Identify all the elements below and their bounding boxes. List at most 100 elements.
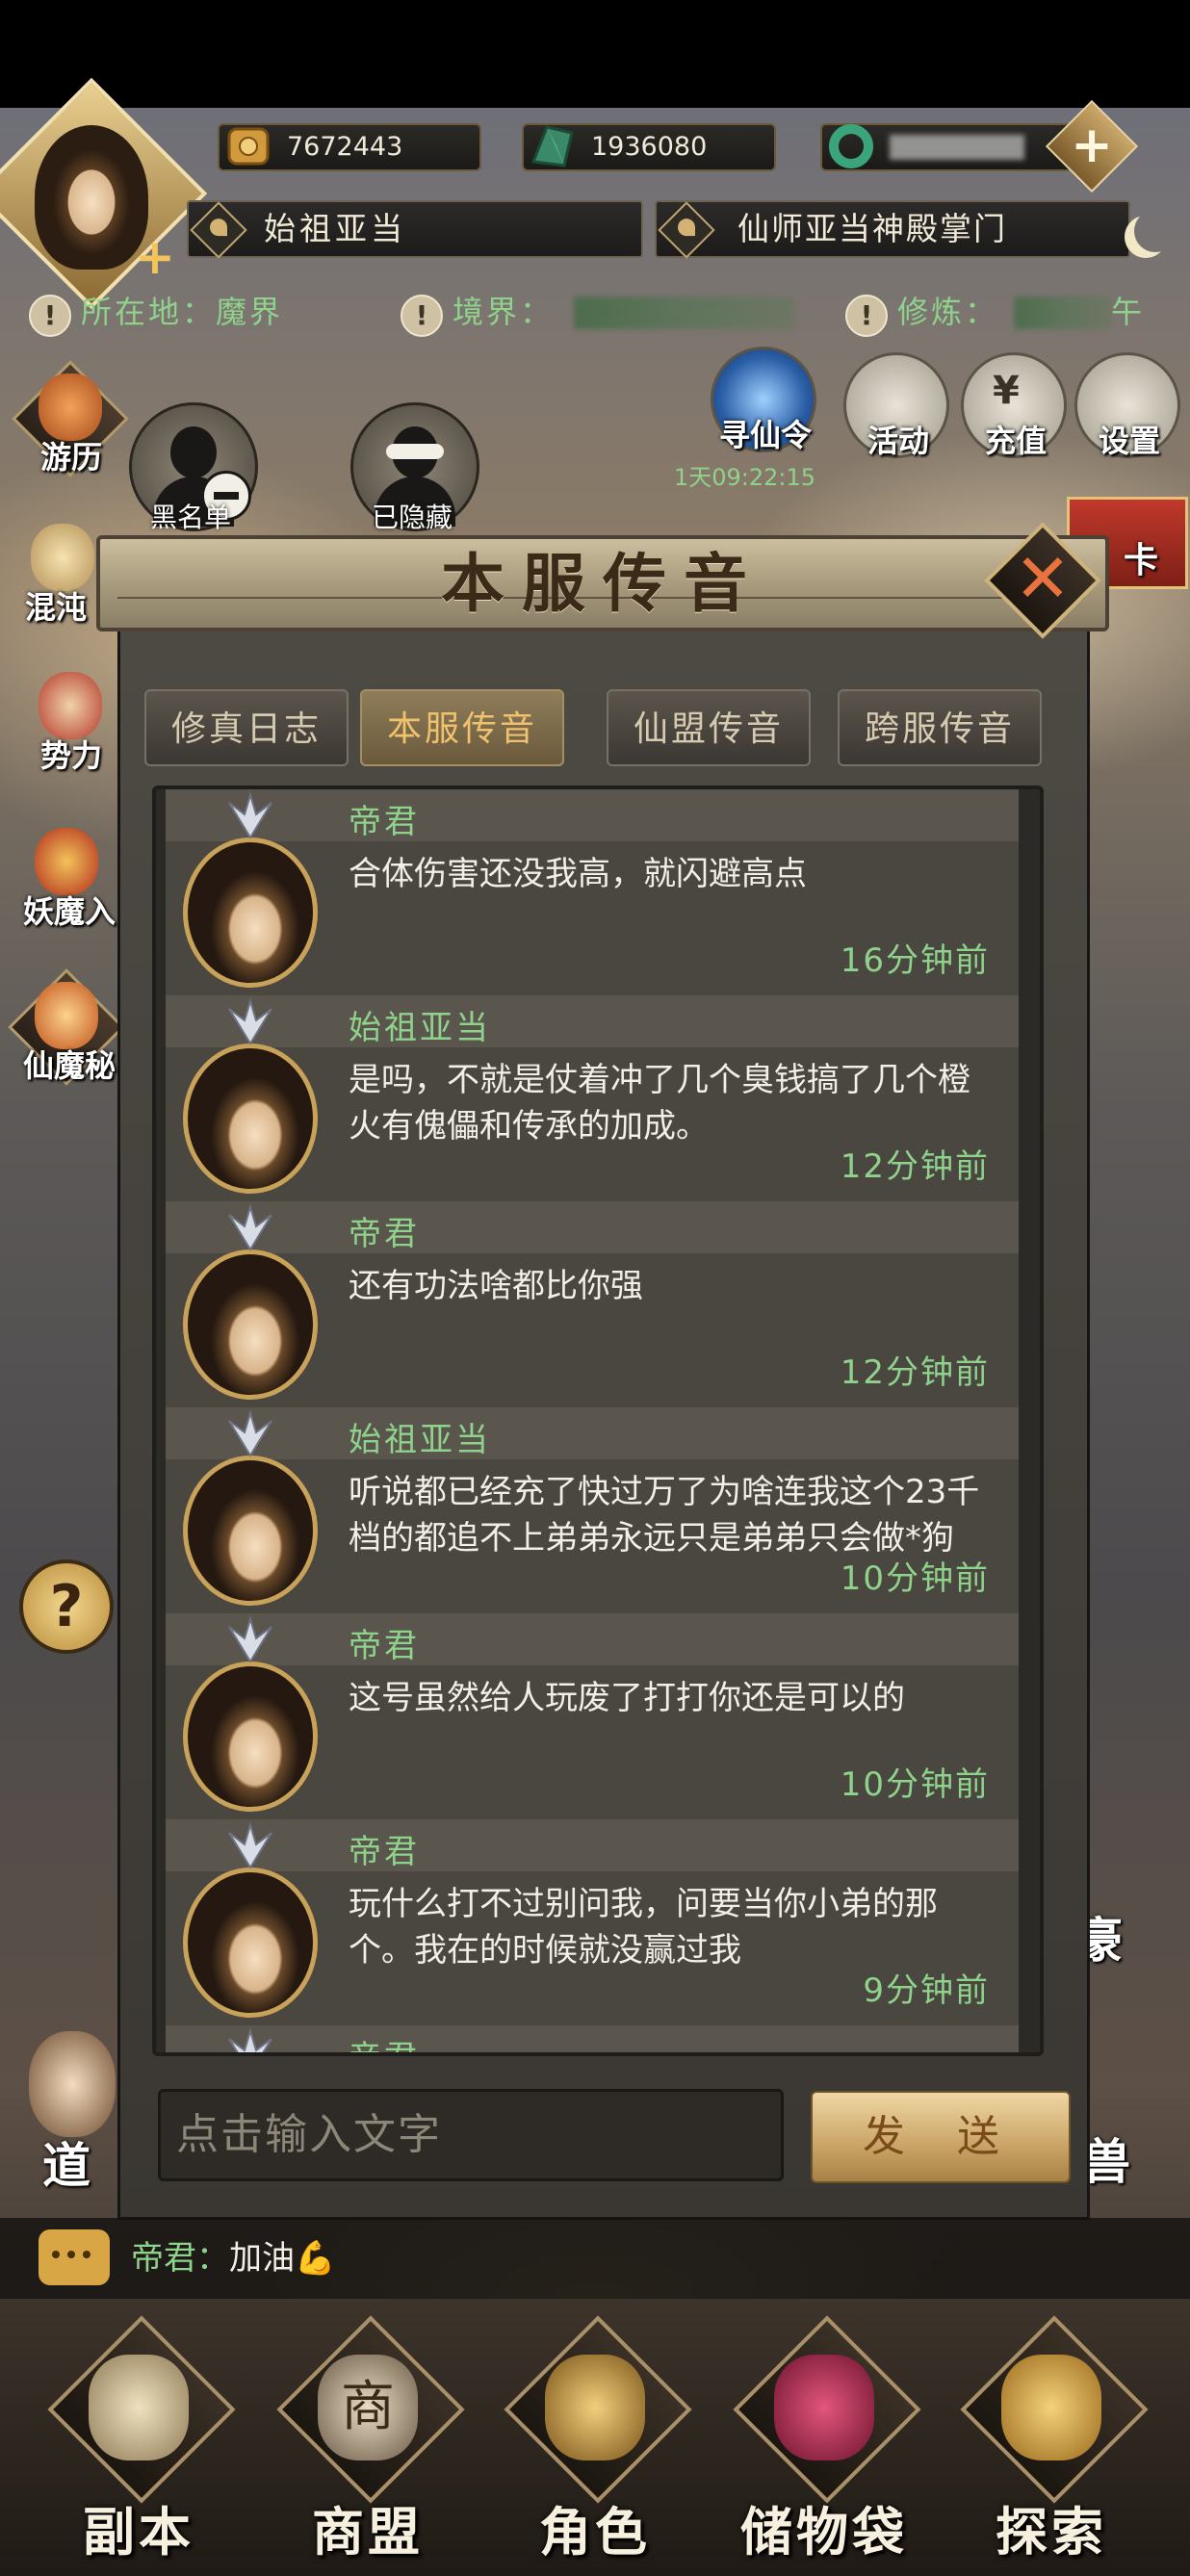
location-info: ! 所在地：魔界	[29, 285, 337, 339]
sender-name[interactable]: 帝君	[349, 795, 420, 842]
activity-label: 活动	[867, 423, 929, 459]
avatar-plus-icon[interactable]: +	[135, 229, 175, 285]
message-text: 这号虽然给人玩废了打打你还是可以的	[349, 1679, 905, 1717]
alert-icon: !	[29, 295, 71, 337]
list-item: 帝君 这号虽然给人玩废了打打你还是可以的 10分钟前	[156, 1613, 1028, 1819]
pouch-icon	[774, 2355, 874, 2460]
chat-message: 加油💪	[229, 2239, 336, 2278]
nav-character[interactable]: 角色	[489, 2315, 701, 2563]
event-timer: 1天09:22:15	[674, 464, 816, 491]
jade-crystal-icon	[530, 125, 574, 167]
mask-icon	[386, 444, 444, 459]
recharge-icon[interactable]: ¥ 充值	[961, 352, 1067, 459]
message-time: 10分钟前	[840, 1559, 990, 1598]
immortal-demon-secret-icon[interactable]: 仙魔秘	[8, 968, 125, 1086]
nav-storage-bag-label: 储物袋	[740, 2501, 908, 2563]
winged-crown-icon	[228, 2027, 272, 2052]
send-button[interactable]: 发 送	[811, 2091, 1071, 2183]
seek-immortal-icon[interactable]: 寻仙令	[711, 347, 816, 453]
dialog-title: 本服传音	[441, 546, 764, 621]
winged-crown-icon	[228, 791, 272, 839]
cultivation-info: ! 修炼： 午	[845, 285, 1163, 339]
gold-coin-icon	[227, 127, 270, 166]
activity-icon[interactable]: 活动	[843, 352, 949, 459]
nav-merchant-guild[interactable]: 商 商盟	[262, 2315, 474, 2563]
gold-resource: 7672443	[218, 123, 481, 171]
player-avatar[interactable]	[35, 125, 148, 270]
realm-text: 境界：	[453, 294, 555, 330]
immortal-demon-secret-label: 仙魔秘	[22, 1047, 116, 1084]
sender-avatar[interactable]	[183, 1662, 318, 1812]
demon-invasion-label: 妖魔入	[22, 893, 116, 930]
tab-cultivation-log[interactable]: 修真日志	[144, 689, 349, 766]
list-item: 帝君 还有功法啥都比你强 12分钟前	[156, 1201, 1028, 1407]
night-moon-icon[interactable]	[1134, 210, 1177, 252]
player-title: 仙师亚当神殿掌门	[737, 210, 1007, 247]
settings-gear-icon[interactable]: 设置	[1074, 352, 1180, 459]
sender-name[interactable]: 帝君	[349, 1825, 420, 1872]
tab-alliance-broadcast[interactable]: 仙盟传音	[607, 689, 811, 766]
sender-name[interactable]: 帝君	[349, 2031, 420, 2052]
sender-avatar[interactable]	[183, 1043, 318, 1194]
seek-immortal-label: 寻仙令	[718, 417, 812, 453]
left-side-label[interactable]: 道	[42, 2127, 91, 2197]
settings-label: 设置	[1098, 423, 1160, 459]
alert-icon: !	[845, 295, 888, 337]
list-item: 帝君	[156, 2025, 1028, 2052]
tab-cross-server-broadcast[interactable]: 跨服传音	[838, 689, 1042, 766]
close-icon[interactable]: ✕	[1001, 535, 1084, 622]
sender-name[interactable]: 帝君	[349, 1207, 420, 1254]
help-button[interactable]: ?	[19, 1559, 114, 1654]
card-label: 卡	[1124, 541, 1159, 580]
redacted-cultivation	[1015, 296, 1111, 329]
sender-avatar[interactable]	[183, 1249, 318, 1400]
plus-icon: +	[1071, 116, 1113, 174]
left-character-icon[interactable]	[29, 2031, 116, 2137]
redacted-realm	[574, 296, 795, 329]
jade-resource: 1936080	[522, 123, 776, 171]
nav-merchant-guild-label: 商盟	[312, 2501, 424, 2563]
sender-name[interactable]: 始祖亚当	[349, 1001, 491, 1048]
hidden-label: 已隐藏	[371, 502, 453, 533]
helmet-icon	[545, 2355, 645, 2460]
faction-label: 势力	[39, 737, 102, 774]
winged-crown-icon	[228, 1615, 272, 1663]
shop-sign-icon: 商	[318, 2355, 418, 2460]
nav-storage-bag[interactable]: 储物袋	[718, 2315, 930, 2563]
sender-avatar[interactable]	[183, 837, 318, 988]
third-resource	[820, 123, 1074, 171]
nav-explore[interactable]: 探索	[945, 2315, 1157, 2563]
nav-character-label: 角色	[539, 2501, 651, 2563]
tab-server-broadcast[interactable]: 本服传音	[360, 689, 564, 766]
message-text: 听说都已经充了快过万了为啥连我这个23千档的都追不上弟弟永远只是弟弟只会做*狗	[349, 1473, 980, 1558]
nav-dungeon[interactable]: 副本	[33, 2315, 245, 2563]
yen-icon: ¥	[993, 369, 1020, 413]
list-item: 帝君 合体伤害还没我高，就闪避高点 16分钟前	[156, 789, 1028, 995]
alert-icon: !	[401, 295, 443, 337]
jade-value: 1936080	[591, 132, 708, 162]
sender-avatar[interactable]	[183, 1868, 318, 2018]
message-time: 16分钟前	[840, 941, 990, 980]
nav-dungeon-label: 副本	[83, 2501, 194, 2563]
winged-crown-icon	[228, 1409, 272, 1457]
list-item: 帝君 玩什么打不过别问我，问要当你小弟的那个。我在的时候就没赢过我 9分钟前	[156, 1819, 1028, 2025]
demon-invasion-icon[interactable]: 妖魔入	[13, 820, 119, 930]
message-text: 还有功法啥都比你强	[349, 1267, 643, 1305]
travel-icon[interactable]: 游历	[12, 360, 129, 477]
chat-bubble-icon[interactable]	[39, 2229, 110, 2285]
compass-icon	[1001, 2355, 1101, 2460]
message-input[interactable]: 点击输入文字	[158, 2089, 784, 2181]
cultivation-tail: 午	[1111, 294, 1146, 330]
chat-preview[interactable]: 帝君：加油💪	[131, 2229, 335, 2287]
message-text: 玩什么打不过别问我，问要当你小弟的那个。我在的时候就没赢过我	[349, 1885, 938, 1970]
gold-value: 7672443	[287, 132, 403, 162]
sender-name[interactable]: 始祖亚当	[349, 1413, 491, 1460]
message-time: 10分钟前	[840, 1765, 990, 1804]
faction-icon[interactable]: 势力	[17, 664, 123, 774]
list-item: 始祖亚当 是吗，不就是仗着冲了几个臭钱搞了几个橙火有傀儡和传承的加成。 12分钟…	[156, 995, 1028, 1201]
winged-crown-icon	[228, 997, 272, 1045]
message-list[interactable]: 帝君 合体伤害还没我高，就闪避高点 16分钟前 始祖亚当 是吗，不就是仗着冲了几…	[152, 786, 1044, 2056]
sender-name[interactable]: 帝君	[349, 1619, 420, 1666]
sender-avatar[interactable]	[183, 1455, 318, 1606]
scroll-map-icon	[89, 2355, 189, 2460]
